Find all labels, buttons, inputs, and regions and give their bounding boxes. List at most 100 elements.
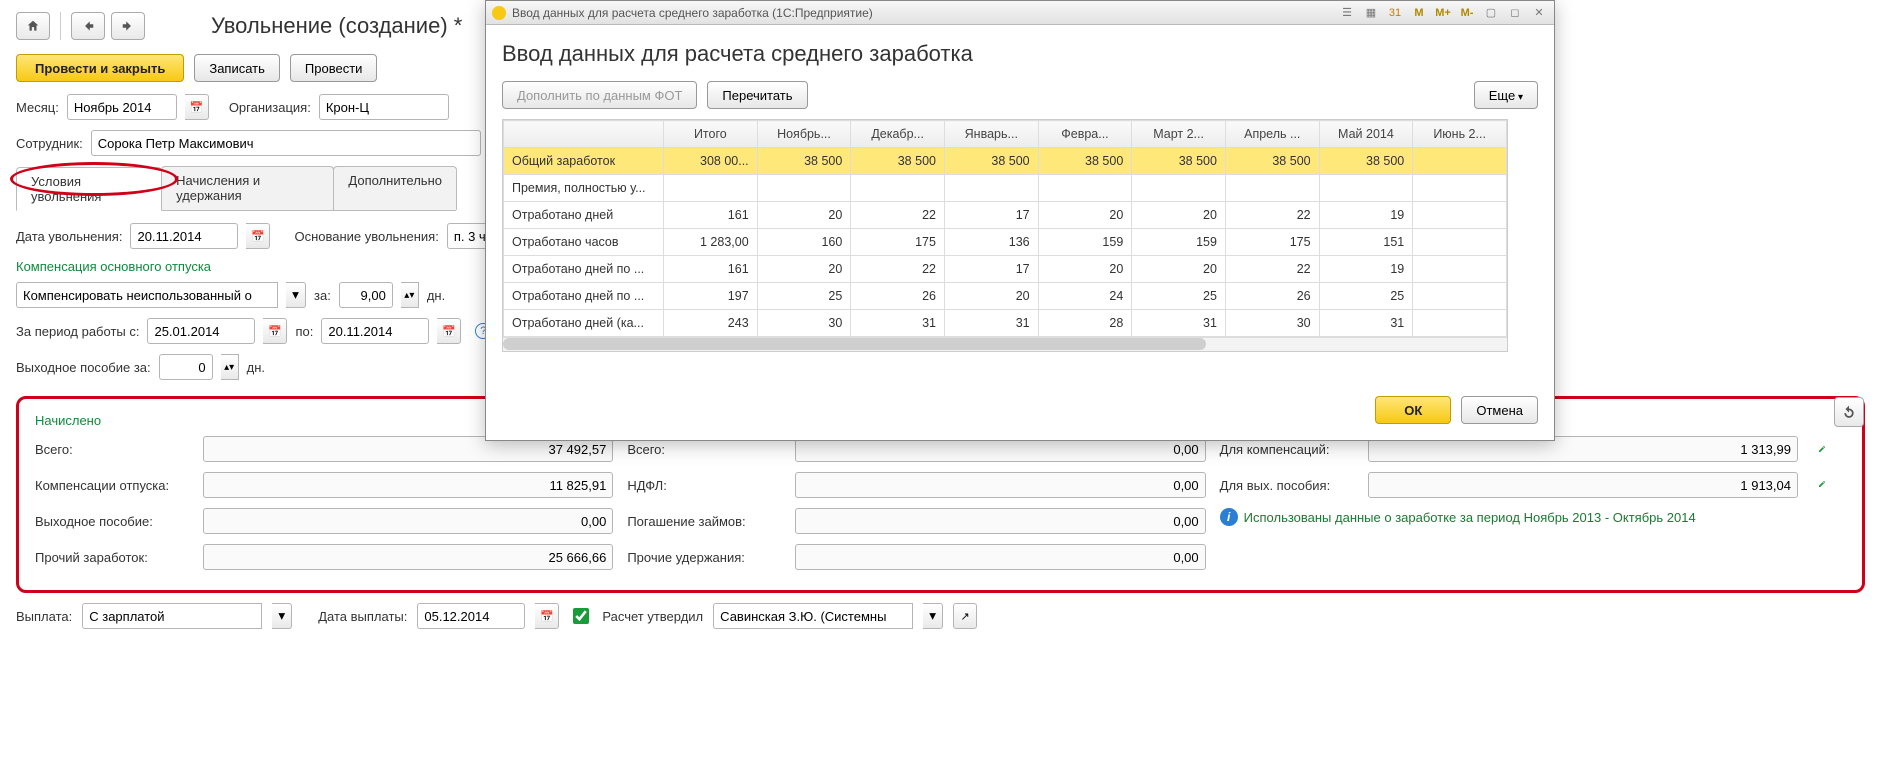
data-cell[interactable]: [1132, 175, 1226, 202]
toolbar-icon-2[interactable]: ▦: [1362, 4, 1380, 22]
data-cell[interactable]: 38 500: [1132, 148, 1226, 175]
data-cell[interactable]: [1225, 175, 1319, 202]
data-cell[interactable]: [1319, 175, 1413, 202]
fill-from-fot-button[interactable]: Дополнить по данным ФОТ: [502, 81, 697, 109]
row-name-cell[interactable]: Общий заработок: [504, 148, 664, 175]
data-cell[interactable]: 26: [851, 283, 945, 310]
compensation-days-spinner[interactable]: ▴▾: [401, 282, 419, 308]
post-and-close-button[interactable]: Провести и закрыть: [16, 54, 184, 82]
data-cell[interactable]: 159: [1038, 229, 1132, 256]
toolbar-mplus-icon[interactable]: M+: [1434, 4, 1452, 22]
grid-header-cell[interactable]: Июнь 2...: [1413, 121, 1507, 148]
data-cell[interactable]: 17: [944, 256, 1038, 283]
data-cell[interactable]: 38 500: [851, 148, 945, 175]
data-cell[interactable]: 31: [1319, 310, 1413, 337]
data-cell[interactable]: [664, 175, 758, 202]
data-cell[interactable]: 20: [1132, 256, 1226, 283]
data-cell[interactable]: 151: [1319, 229, 1413, 256]
grid-header-cell[interactable]: Май 2014: [1319, 121, 1413, 148]
approved-by-open-button[interactable]: ↗: [953, 603, 977, 629]
grid-header-cell[interactable]: [504, 121, 664, 148]
data-cell[interactable]: 20: [944, 283, 1038, 310]
grid-header-cell[interactable]: Январь...: [944, 121, 1038, 148]
data-cell[interactable]: 20: [1038, 256, 1132, 283]
data-cell[interactable]: [1413, 175, 1507, 202]
approved-by-field[interactable]: [713, 603, 913, 629]
data-cell[interactable]: 22: [1225, 256, 1319, 283]
table-row[interactable]: Премия, полностью у...: [504, 175, 1507, 202]
table-row[interactable]: Отработано дней по ...16120221720202219: [504, 256, 1507, 283]
cancel-button[interactable]: Отмена: [1461, 396, 1538, 424]
compensation-mode-dropdown[interactable]: ▾: [286, 282, 306, 308]
data-cell[interactable]: 197: [664, 283, 758, 310]
toolbar-m-icon[interactable]: M: [1410, 4, 1428, 22]
scrollbar-thumb[interactable]: [503, 338, 1206, 350]
edit-avg-comp-button[interactable]: [1812, 439, 1832, 459]
data-cell[interactable]: [1413, 256, 1507, 283]
data-cell[interactable]: 22: [851, 256, 945, 283]
data-cell[interactable]: 22: [1225, 202, 1319, 229]
payout-mode-dropdown[interactable]: ▾: [272, 603, 292, 629]
grid-header-cell[interactable]: Декабр...: [851, 121, 945, 148]
data-cell[interactable]: 243: [664, 310, 758, 337]
grid-header-cell[interactable]: Март 2...: [1132, 121, 1226, 148]
data-cell[interactable]: 31: [944, 310, 1038, 337]
data-cell[interactable]: [1413, 202, 1507, 229]
data-cell[interactable]: [1413, 310, 1507, 337]
data-cell[interactable]: 30: [1225, 310, 1319, 337]
period-to-picker[interactable]: 📅: [437, 318, 461, 344]
severance-days-field[interactable]: [159, 354, 213, 380]
row-name-cell[interactable]: Отработано дней по ...: [504, 283, 664, 310]
table-row[interactable]: Отработано часов1 283,001601751361591591…: [504, 229, 1507, 256]
recalc-button[interactable]: Перечитать: [707, 81, 807, 109]
data-cell[interactable]: 30: [757, 310, 851, 337]
data-cell[interactable]: [851, 175, 945, 202]
payout-date-picker[interactable]: 📅: [535, 603, 559, 629]
data-cell[interactable]: 20: [757, 256, 851, 283]
back-button[interactable]: [71, 12, 105, 40]
close-icon[interactable]: ✕: [1530, 4, 1548, 22]
tab-accruals[interactable]: Начисления и удержания: [161, 166, 334, 210]
minimize-icon[interactable]: ▢: [1482, 4, 1500, 22]
earnings-grid[interactable]: ИтогоНоябрь...Декабр...Январь...Февра...…: [502, 119, 1508, 352]
toolbar-icon-1[interactable]: ☰: [1338, 4, 1356, 22]
data-cell[interactable]: 24: [1038, 283, 1132, 310]
data-cell[interactable]: 38 500: [1225, 148, 1319, 175]
tab-additional[interactable]: Дополнительно: [333, 166, 457, 210]
period-to-field[interactable]: [321, 318, 429, 344]
row-name-cell[interactable]: Отработано дней (ка...: [504, 310, 664, 337]
data-cell[interactable]: 175: [1225, 229, 1319, 256]
grid-header-cell[interactable]: Апрель ...: [1225, 121, 1319, 148]
compensation-mode-field[interactable]: [16, 282, 278, 308]
home-button[interactable]: [16, 12, 50, 40]
approved-by-dropdown[interactable]: ▾: [923, 603, 943, 629]
refresh-button[interactable]: [1834, 397, 1864, 427]
forward-button[interactable]: [111, 12, 145, 40]
data-cell[interactable]: 38 500: [1038, 148, 1132, 175]
tab-conditions[interactable]: Условия увольнения: [16, 167, 162, 211]
row-name-cell[interactable]: Отработано часов: [504, 229, 664, 256]
save-button[interactable]: Записать: [194, 54, 280, 82]
payout-date-field[interactable]: [417, 603, 525, 629]
grid-header-cell[interactable]: Февра...: [1038, 121, 1132, 148]
compensation-days-field[interactable]: [339, 282, 393, 308]
data-cell[interactable]: 25: [1132, 283, 1226, 310]
data-cell[interactable]: 25: [757, 283, 851, 310]
data-cell[interactable]: 19: [1319, 256, 1413, 283]
table-row[interactable]: Общий заработок308 00...38 50038 50038 5…: [504, 148, 1507, 175]
row-name-cell[interactable]: Премия, полностью у...: [504, 175, 664, 202]
data-cell[interactable]: [757, 175, 851, 202]
data-cell[interactable]: [1413, 229, 1507, 256]
popup-titlebar[interactable]: Ввод данных для расчета среднего заработ…: [486, 1, 1554, 25]
ok-button[interactable]: ОК: [1375, 396, 1451, 424]
employee-field[interactable]: [91, 130, 481, 156]
dismiss-date-field[interactable]: [130, 223, 238, 249]
period-from-picker[interactable]: 📅: [263, 318, 287, 344]
table-row[interactable]: Отработано дней (ка...24330313128313031: [504, 310, 1507, 337]
post-button[interactable]: Провести: [290, 54, 378, 82]
data-cell[interactable]: [944, 175, 1038, 202]
edit-avg-sev-button[interactable]: [1812, 474, 1832, 494]
data-cell[interactable]: 161: [664, 202, 758, 229]
grid-header-cell[interactable]: Ноябрь...: [757, 121, 851, 148]
data-cell[interactable]: 22: [851, 202, 945, 229]
